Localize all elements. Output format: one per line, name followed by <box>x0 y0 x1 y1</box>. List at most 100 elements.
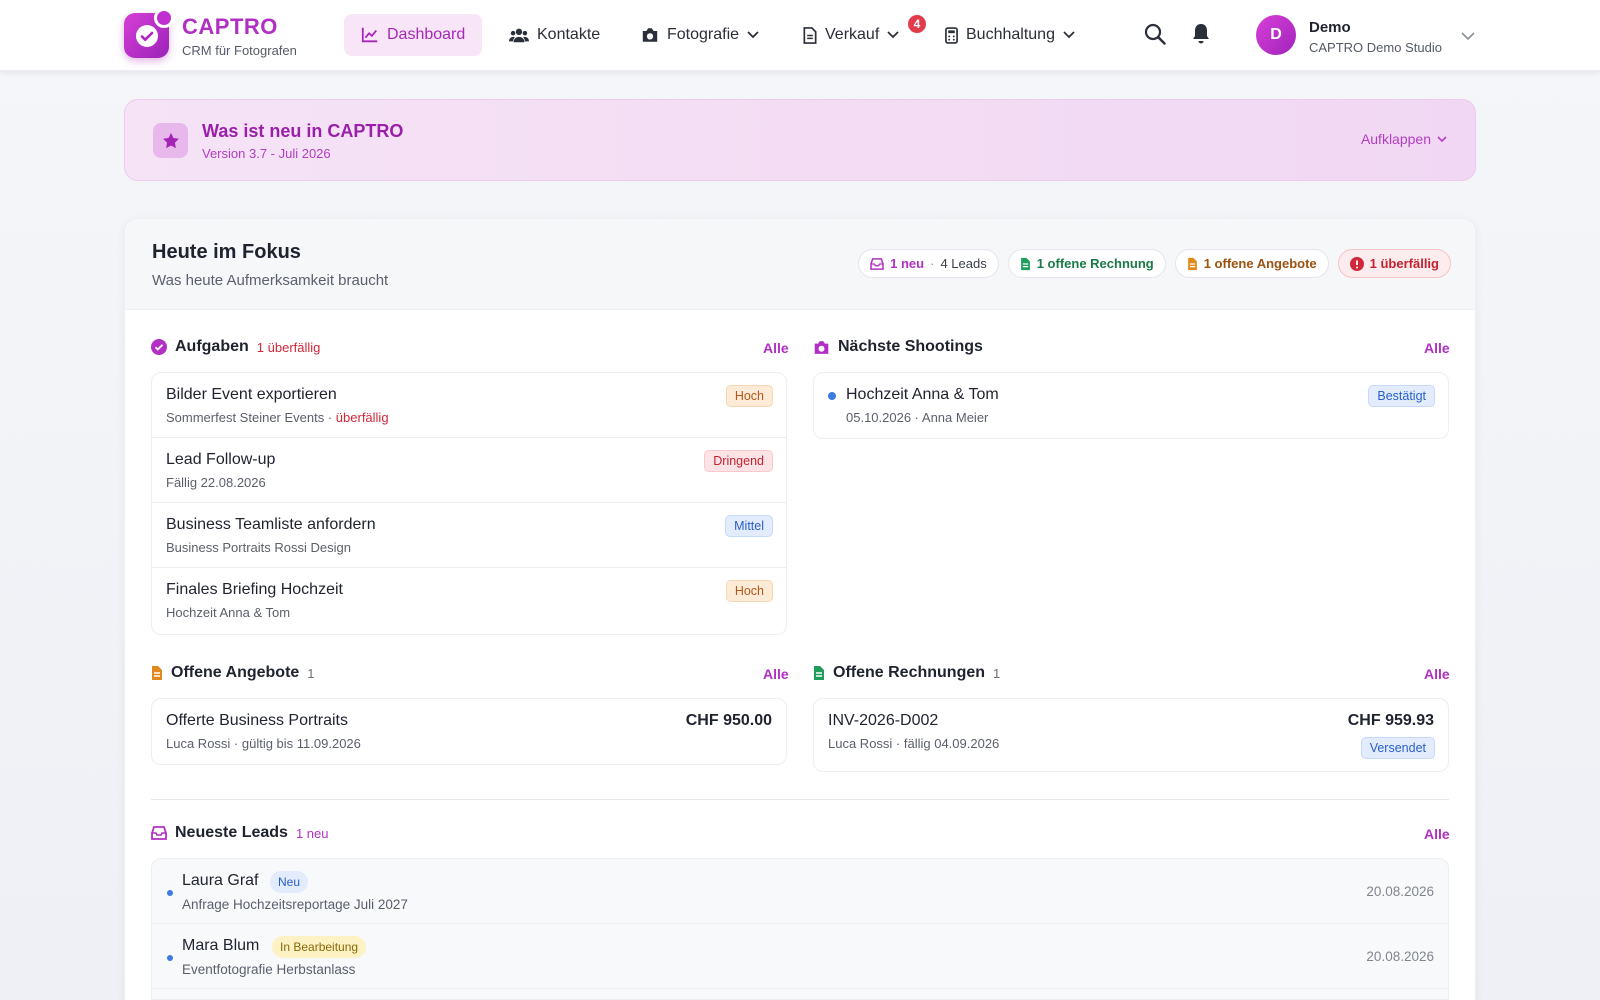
task-title: Bilder Event exportieren <box>166 386 337 403</box>
nav-verkauf-label: Verkauf <box>825 26 880 43</box>
nav-verkauf[interactable]: Verkauf <box>786 14 916 56</box>
offers-view-all-link[interactable]: Alle <box>763 666 789 682</box>
chevron-down-icon <box>1461 32 1475 41</box>
offers-title: Offene Angebote <box>171 664 300 681</box>
star-icon <box>162 132 179 148</box>
nav-buchhaltung[interactable]: Buchhaltung <box>928 14 1092 56</box>
chevron-down-icon <box>1437 135 1447 142</box>
nav-dashboard[interactable]: Dashboard <box>344 14 483 56</box>
user-menu-toggle[interactable] <box>1461 28 1475 46</box>
tasks-list: Bilder Event exportieren Sommerfest Stei… <box>151 372 787 635</box>
shootings-title: Nächste Shootings <box>838 338 983 355</box>
priority-badge: Mittel <box>725 515 773 537</box>
offers-list: Offerte Business Portraits Luca Rossi · … <box>151 698 787 765</box>
priority-badge: Dringend <box>704 450 773 472</box>
focus-summary-chips: 1 neu · 4 Leads 1 offene Rechnung 1 offe… <box>858 249 1451 278</box>
invoices-list: INV-2026-D002 Luca Rossi · fällig 04.09.… <box>813 698 1449 772</box>
tasks-title: Aufgaben <box>175 338 249 355</box>
task-row[interactable]: Business Teamliste anfordern Business Po… <box>152 503 786 568</box>
task-overdue-label: überfällig <box>335 410 389 425</box>
shootings-view-all-link[interactable]: Alle <box>1424 340 1450 356</box>
verkauf-notification-badge: 4 <box>906 13 928 35</box>
invoices-view-all-link[interactable]: Alle <box>1424 666 1450 682</box>
lead-status-dot <box>167 890 173 896</box>
invoices-count: 1 <box>993 665 1001 681</box>
offer-row[interactable]: Offerte Business Portraits Luca Rossi · … <box>152 699 786 764</box>
focus-header: Heute im Fokus Was heute Aufmerksamkeit … <box>125 219 1475 310</box>
chevron-down-icon <box>747 31 759 39</box>
invoice-icon <box>814 666 824 680</box>
calculator-icon <box>945 26 958 44</box>
nav-kontakte[interactable]: Kontakte <box>492 14 617 56</box>
nav-dashboard-label: Dashboard <box>387 26 466 43</box>
chip-leads-total: 4 Leads <box>940 256 987 271</box>
nav-fotografie[interactable]: Fotografie <box>624 14 776 56</box>
invoice-icon <box>1020 257 1030 270</box>
chip-overdue-label: 1 überfällig <box>1369 256 1439 271</box>
chart-line-icon <box>361 27 378 43</box>
brand-tagline: CRM für Fotografen <box>182 43 297 58</box>
shooting-status-badge: Bestätigt <box>1368 385 1435 407</box>
lead-status-badge: In Bearbeitung <box>272 936 367 958</box>
tasks-overdue-count: 1 überfällig <box>256 339 321 355</box>
user-avatar[interactable]: D <box>1256 15 1296 55</box>
chip-leads-separator: · <box>930 256 935 271</box>
tasks-view-all-link[interactable]: Alle <box>763 340 789 356</box>
shooting-status-dot <box>828 392 836 400</box>
news-version: Version 3.7 - Juli 2026 <box>202 146 331 161</box>
logo-indicator-dot <box>154 8 174 28</box>
camera-icon <box>642 28 658 42</box>
priority-badge: Hoch <box>725 580 773 602</box>
nav-fotografie-label: Fotografie <box>667 26 740 43</box>
lead-subtitle: Eventfotografie Herbstanlass <box>182 962 356 977</box>
leads-header: Neueste Leads 1 neu <box>151 822 328 844</box>
invoice-subtitle: Luca Rossi · fällig 04.09.2026 <box>828 736 1000 751</box>
brand-name: CAPTRO <box>182 14 278 39</box>
invoice-amount: CHF 959.93 <box>1347 712 1434 729</box>
notifications-button[interactable] <box>1191 23 1215 47</box>
user-name[interactable]: Demo <box>1309 19 1351 36</box>
inbox-icon <box>151 826 167 840</box>
lead-row[interactable]: Laura Graf Neu Anfrage Hochzeitsreportag… <box>152 859 1448 924</box>
chip-offers[interactable]: 1 offene Angebote <box>1174 249 1329 278</box>
nav-kontakte-label: Kontakte <box>537 26 601 43</box>
chevron-down-icon <box>887 31 899 39</box>
task-row[interactable]: Bilder Event exportieren Sommerfest Stei… <box>152 373 786 438</box>
section-divider <box>151 799 1449 800</box>
user-studio: CAPTRO Demo Studio <box>1309 40 1442 55</box>
task-row[interactable]: Lead Follow-up Fällig 22.08.2026 Dringen… <box>152 438 786 503</box>
task-title: Business Teamliste anfordern <box>166 516 376 533</box>
invoice-row[interactable]: INV-2026-D002 Luca Rossi · fällig 04.09.… <box>814 699 1448 771</box>
news-icon-box <box>153 123 188 158</box>
offer-document-icon <box>152 666 162 680</box>
lead-row[interactable]: Mara Blum In Bearbeitung Eventfotografie… <box>152 924 1448 989</box>
lead-name: Mara Blum <box>182 937 260 954</box>
lead-status-badge: Neu <box>270 871 309 893</box>
shootings-header: Nächste Shootings <box>813 336 983 358</box>
top-navigation-bar: CAPTRO CRM für Fotografen Dashboard Kont… <box>0 0 1600 71</box>
shootings-list: Hochzeit Anna & Tom 05.10.2026 · Anna Me… <box>813 372 1449 439</box>
task-subtitle: Fällig 22.08.2026 <box>166 475 266 490</box>
chip-leads[interactable]: 1 neu · 4 Leads <box>858 249 999 278</box>
leads-list: Laura Graf Neu Anfrage Hochzeitsreportag… <box>151 858 1449 1000</box>
search-icon <box>1144 23 1166 45</box>
alert-circle-icon <box>1349 256 1364 271</box>
offers-count: 1 <box>307 665 315 681</box>
leads-view-all-link[interactable]: Alle <box>1424 826 1450 842</box>
nav-buchhaltung-label: Buchhaltung <box>966 26 1055 43</box>
chip-invoices-label: 1 offene Rechnung <box>1036 256 1154 271</box>
chip-overdue[interactable]: 1 überfällig <box>1337 249 1451 278</box>
camera-icon <box>814 340 829 354</box>
search-button[interactable] <box>1144 23 1168 47</box>
shooting-row[interactable]: Hochzeit Anna & Tom 05.10.2026 · Anna Me… <box>814 373 1448 438</box>
task-row[interactable]: Finales Briefing Hochzeit Hochzeit Anna … <box>152 568 786 633</box>
invoice-status-badge: Versendet <box>1360 737 1435 759</box>
lead-date: 20.08.2026 <box>1366 949 1434 964</box>
focus-title: Heute im Fokus <box>152 241 301 263</box>
news-expand-button[interactable]: Aufklappen <box>1361 131 1447 147</box>
document-icon <box>803 26 817 44</box>
shooting-subtitle: 05.10.2026 · Anna Meier <box>846 410 989 425</box>
offer-amount: CHF 950.00 <box>685 712 772 729</box>
focus-subtitle: Was heute Aufmerksamkeit braucht <box>152 272 389 289</box>
chip-invoices[interactable]: 1 offene Rechnung <box>1007 249 1166 278</box>
